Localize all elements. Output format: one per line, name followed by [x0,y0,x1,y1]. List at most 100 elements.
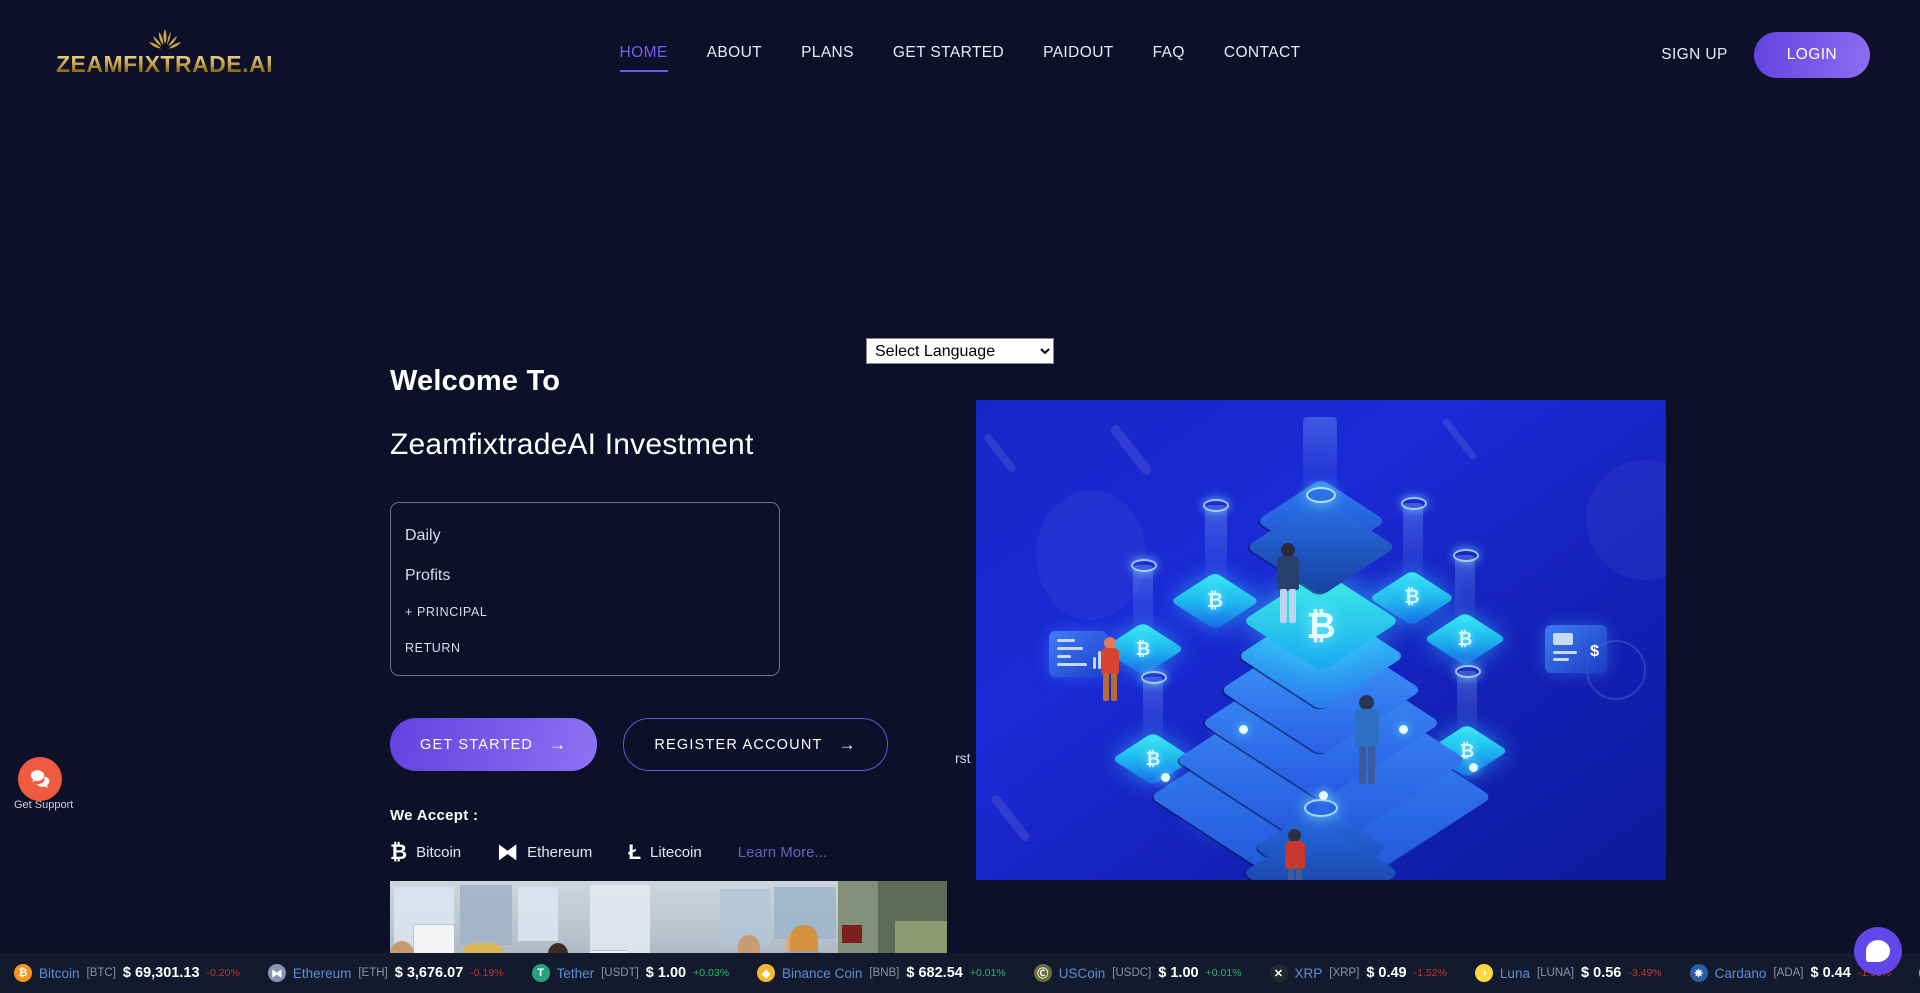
uscoin-icon: Ⓒ [1033,964,1052,982]
nav-item-paidout[interactable]: PAIDOUT [1043,38,1114,72]
analytics-panel [1049,631,1107,677]
ticker-coin-name: Luna [1499,965,1530,981]
chat-widget-button[interactable] [1854,927,1902,975]
ticker-coin-name: Bitcoin [39,965,80,981]
arrow-right-icon: → [838,735,857,754]
hero-cta-row: GET STARTED → REGISTER ACCOUNT → [390,718,1010,771]
ticker-coin-change: -3.49% [1628,967,1662,979]
accepted-coin-label: Litecoin [650,844,702,861]
ticker-item-tether[interactable]: T Tether [USDT] $ 1.00 +0.03% [518,964,743,982]
ticker-coin-symbol: [XRP] [1329,967,1360,979]
chat-bubble-icon [1866,940,1890,962]
ticker-coin-symbol: [BNB] [869,967,900,979]
ticker-coin-change: -0.20% [206,967,240,979]
cardano-icon: ✵ [1689,964,1708,982]
ticker-coin-symbol: [USDT] [601,967,639,979]
ticker-item-ethereum[interactable]: ⧓ Ethereum [ETH] $ 3,676.07 -0.19% [254,964,518,982]
ticker-coin-price: $ 69,301.13 [122,965,200,981]
ticker-item-binance-coin[interactable]: ◆ Binance Coin [BNB] $ 682.54 +0.01% [743,964,1020,982]
accepted-coins-row: ₿ Bitcoin ⧓ Ethereum Ł Litecoin Learn More... [390,842,1010,863]
ticker-coin-price: $ 0.44 [1810,965,1851,981]
accepted-coin-bitcoin: ₿ Bitcoin [390,842,461,863]
signup-link[interactable]: SIGN UP [1661,46,1728,64]
ticker-coin-change: +0.03% [693,967,730,979]
nav-item-home[interactable]: HOME [619,38,668,72]
ticker-coin-change: +0.01% [1205,967,1242,979]
nav-item-get-started[interactable]: GET STARTED [893,38,1004,72]
ticker-coin-price: $ 682.54 [906,965,963,981]
support-chat-button[interactable] [18,757,62,801]
ticker-item-uscoin[interactable]: Ⓒ USCoin [USDC] $ 1.00 +0.01% [1020,964,1256,982]
bitcoin-icon: ₿ [14,964,32,982]
ticker-coin-symbol: [LUNA] [1536,967,1575,979]
nav-item-about[interactable]: ABOUT [707,38,762,72]
ticker-coin-price: $ 1.00 [1158,965,1199,981]
ticker-coin-name: XRP [1294,965,1323,981]
nav-item-plans[interactable]: PLANS [801,38,854,72]
get-started-button[interactable]: GET STARTED → [390,718,598,771]
obscured-hero-text: rst [955,750,971,766]
luna-icon: ◑ [1474,964,1493,982]
isometric-scene: ₿ ₿ ₿ ₿ ₿ ₿ ₿ $ [1041,417,1607,880]
nav-item-faq[interactable]: FAQ [1153,38,1185,72]
hero-title: ZeamfixtradeAI Investment [390,428,754,461]
ticker-coin-name: Cardano [1714,965,1767,981]
ticker-item-xrp[interactable]: ✕ XRP [XRP] $ 0.49 -1.52% [1256,964,1461,982]
arrow-right-icon: → [549,735,568,754]
nav-item-contact[interactable]: CONTACT [1224,38,1301,72]
profit-line-daily: Daily [405,527,441,544]
crypto-ticker-bar[interactable]: ₿ Bitcoin [BTC] $ 69,301.13 -0.20% ⧓ Ethereum [… [0,953,1920,993]
main-navigation: HOME ABOUT PLANS GET STARTED PAIDOUT FAQ CONTA… [0,0,1920,110]
ticker-coin-name: Binance Coin [782,965,863,981]
ticker-item-luna[interactable]: ◑ Luna [LUNA] $ 0.56 -3.49% [1461,964,1676,982]
ticker-coin-symbol: [USDC] [1112,967,1152,979]
ethereum-icon: ⧓ [497,841,519,864]
litecoin-icon: Ł [628,841,642,864]
ticker-coin-symbol: [BTC] [86,967,116,979]
ticker-coin-symbol: [ETH] [358,967,388,979]
ticker-coin-symbol: [ADA] [1773,967,1804,979]
profit-line-profits: Profits [405,567,451,584]
tether-icon: T [531,964,550,982]
get-started-label: GET STARTED [420,736,534,753]
ethereum-icon: ⧓ [267,964,286,982]
register-account-button[interactable]: REGISTER ACCOUNT → [623,718,888,771]
ticker-item-bitcoin[interactable]: ₿ Bitcoin [BTC] $ 69,301.13 -0.20% [0,964,254,982]
register-account-label: REGISTER ACCOUNT [654,736,823,753]
daily-profits-box: Daily Profits + PRINCIPAL RETURN [390,502,780,676]
hero-content: Welcome To ZeamfixtradeAI Investment Dai… [390,365,1010,993]
ticker-item-dogecoin[interactable]: ÐDogecoin[DOGE]$ 0.147-0.76% [1905,964,1920,982]
header-actions: SIGN UP LOGIN [1661,0,1870,110]
profit-line-principal: + PRINCIPAL [405,605,488,619]
center-bitcoin-icon: ₿ [1306,605,1336,646]
login-button[interactable]: LOGIN [1753,32,1870,78]
ticker-coin-name: Ethereum [292,965,352,981]
we-accept-title: We Accept : [390,807,479,824]
xrp-icon: ✕ [1269,964,1288,982]
ticker-coin-change: -0.19% [470,967,504,979]
site-header: ZEAMFIXTRADE.AI HOME ABOUT PLANS GET STARTE… [0,0,1920,110]
ticker-coin-change: +0.01% [969,967,1006,979]
language-select[interactable]: Select Language [866,338,1054,364]
accepted-coin-litecoin: Ł Litecoin [628,842,702,863]
ticker-coin-name: Tether [556,965,595,981]
hero-section: Select Language Welcome To ZeamfixtradeA… [0,110,1920,993]
ticker-coin-price: $ 3,676.07 [394,965,464,981]
get-support-label: Get Support [14,799,74,811]
learn-more-link[interactable]: Learn More... [738,844,827,861]
page-root: ZEAMFIXTRADE.AI HOME ABOUT PLANS GET STARTE… [0,0,1920,993]
binance-coin-icon: ◆ [757,964,776,982]
ticker-coin-price: $ 0.49 [1366,965,1407,981]
ticker-coin-price: $ 1.00 [645,965,687,981]
ticker-coin-price: $ 0.56 [1581,965,1622,981]
accepted-coin-ethereum: ⧓ Ethereum [497,842,592,863]
crypto-isometric-illustration: ₿ ₿ ₿ ₿ ₿ ₿ ₿ $ [976,400,1666,880]
profit-line-return: RETURN [405,641,461,655]
ticker-coin-change: -1.52% [1413,967,1447,979]
accepted-coin-label: Ethereum [527,844,593,861]
bitcoin-icon: ₿ [390,841,408,864]
ticker-coin-name: USCoin [1058,965,1106,981]
hero-welcome: Welcome To [390,365,561,397]
payment-panel: $ [1545,625,1607,673]
language-selector-wrap: Select Language [866,338,1054,364]
